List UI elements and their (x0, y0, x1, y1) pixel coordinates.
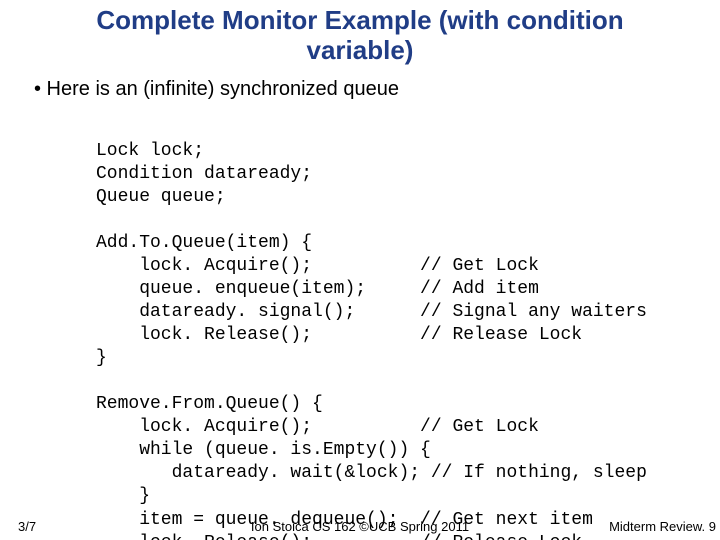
code-block: Lock lock; Condition dataready; Queue qu… (96, 140, 647, 540)
slide-title: Complete Monitor Example (with condition… (0, 0, 720, 66)
footer-right: Midterm Review. 9 (609, 519, 716, 534)
bullet-line: • Here is an (infinite) synchronized que… (0, 66, 720, 101)
slide: Complete Monitor Example (with condition… (0, 0, 720, 540)
